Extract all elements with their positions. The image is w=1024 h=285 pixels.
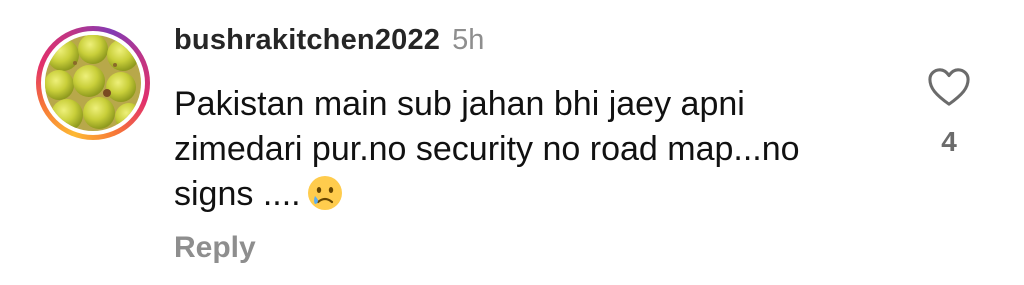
crying-face-emoji-icon	[307, 176, 342, 210]
comment-timestamp: 5h	[452, 24, 485, 56]
heart-outline-icon[interactable]	[926, 66, 972, 108]
avatar-story-ring[interactable]	[36, 26, 150, 140]
comment-meta: bushrakitchen2022 5h	[174, 24, 874, 64]
like-count: 4	[941, 126, 957, 157]
comment-text-block: Pakistan main sub jahan bhi jaey apni zi…	[174, 82, 834, 217]
comment-item: bushrakitchen2022 5h Pakistan main sub j…	[0, 0, 1024, 285]
username-link[interactable]: bushrakitchen2022	[174, 24, 440, 57]
like-control: 4	[924, 66, 974, 158]
avatar	[45, 35, 141, 131]
comment-text: Pakistan main sub jahan bhi jaey apni zi…	[174, 85, 800, 213]
reply-button[interactable]: Reply	[174, 231, 874, 265]
avatar-gap	[41, 31, 145, 135]
comment-body: bushrakitchen2022 5h Pakistan main sub j…	[174, 24, 874, 265]
